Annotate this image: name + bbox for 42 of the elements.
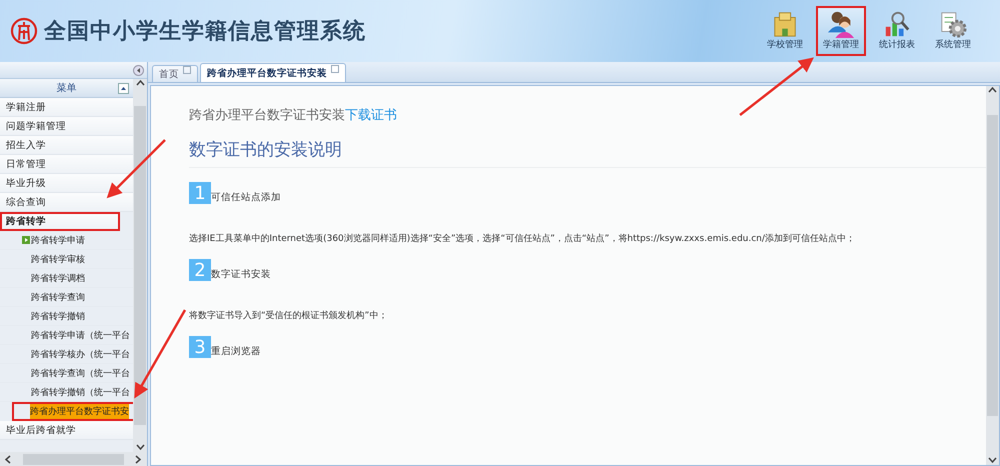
vertical-scrollbar[interactable] xyxy=(133,79,147,452)
nav-button[interactable]: 学校管理 xyxy=(760,6,810,56)
step-title: 数字证书安装 xyxy=(211,268,271,281)
step-title: 重启浏览器 xyxy=(211,345,261,358)
menu-item[interactable]: 招生入学 xyxy=(0,136,133,155)
step-number: 2 xyxy=(189,259,211,281)
menu-item[interactable]: 问题学籍管理 xyxy=(0,117,133,136)
menu-item[interactable]: 日常管理 xyxy=(0,155,133,174)
chevron-up-icon[interactable] xyxy=(136,79,144,88)
chevron-down-icon[interactable] xyxy=(136,443,144,452)
menu-item[interactable]: 学籍注册 xyxy=(0,98,133,117)
people-icon xyxy=(826,10,856,38)
collapse-up-icon[interactable] xyxy=(118,82,129,94)
horizontal-scrollbar[interactable] xyxy=(0,452,147,466)
menu-item[interactable]: 综合查询 xyxy=(0,193,133,212)
nav-button[interactable]: 学籍管理 xyxy=(816,6,866,56)
intro-text: 跨省办理平台数字证书安装下载证书 xyxy=(189,107,398,124)
step-text: 选择IE工具菜单中的Internet选项(360浏览器同样适用)选择“安全”选项，选择“可信任站点”，点击“站点”，将https://ksyw.zxxs.emis.edu.cn/添加到可信任站点中； xyxy=(189,232,856,245)
menu-item[interactable]: 毕业后跨省就学 xyxy=(0,421,133,440)
step-title: 可信任站点添加 xyxy=(211,191,281,204)
annotation-arrow xyxy=(106,139,166,198)
menu-item[interactable]: 跨省转学 xyxy=(0,212,120,231)
tab[interactable]: 跨省办理平台数字证书安装 xyxy=(200,63,346,82)
nav-button[interactable]: 统计报表 xyxy=(872,6,922,56)
chevron-left-icon[interactable] xyxy=(4,454,13,464)
step-text: 将数字证书导入到“受信任的根证书颁发机构”中； xyxy=(189,310,388,322)
chevron-up-icon[interactable] xyxy=(988,86,997,95)
vertical-scrollbar[interactable] xyxy=(986,86,999,465)
chevron-down-icon[interactable] xyxy=(988,456,997,465)
submenu-item[interactable]: 跨省转学申请 xyxy=(0,231,133,250)
tab[interactable]: 首页 xyxy=(152,65,198,82)
nav-button[interactable]: 系统管理 xyxy=(928,6,978,56)
chevron-right-icon[interactable] xyxy=(134,454,143,464)
step-number: 3 xyxy=(189,336,211,358)
arrow-icon xyxy=(22,236,30,244)
collapse-icon[interactable] xyxy=(133,64,144,76)
logo-icon xyxy=(10,17,38,45)
system-title: 全国中小学生学籍信息管理系统 xyxy=(44,18,366,46)
step-number: 1 xyxy=(189,182,211,204)
menu-item[interactable]: 毕业升级 xyxy=(0,174,133,193)
section-heading: 数字证书的安装说明 xyxy=(189,138,986,168)
menu-title: 菜单 xyxy=(56,82,76,95)
